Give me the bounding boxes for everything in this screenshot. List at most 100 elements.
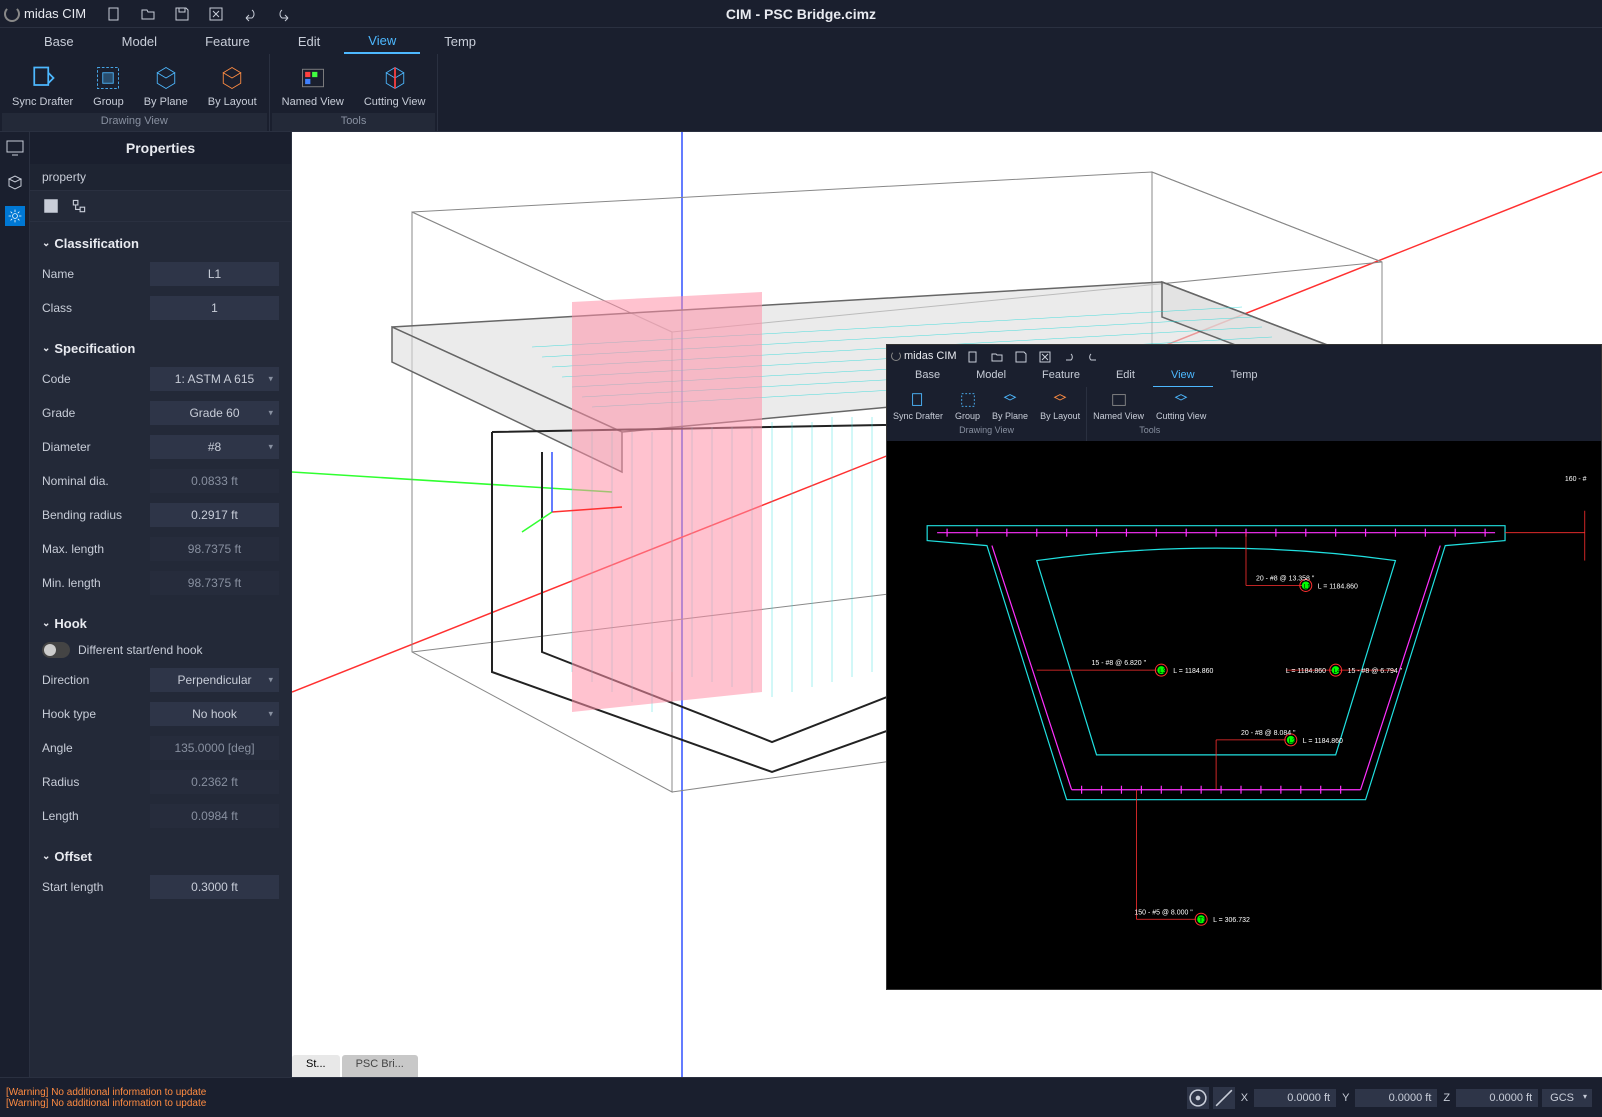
redo-icon[interactable] bbox=[276, 6, 292, 22]
by-plane-label: By Plane bbox=[144, 96, 188, 108]
sub-named-view[interactable]: Named View bbox=[1087, 387, 1150, 423]
value-diameter[interactable]: #8 bbox=[150, 435, 279, 459]
value-direction[interactable]: Perpendicular bbox=[150, 668, 279, 692]
ribbon-group-tools: Named View Cutting View Tools bbox=[270, 54, 439, 131]
sub-by-layout[interactable]: By Layout bbox=[1034, 387, 1086, 423]
sub-open-icon[interactable] bbox=[991, 350, 1003, 362]
axis-toggle-icon[interactable] bbox=[1213, 1087, 1235, 1109]
sub-save-icon[interactable] bbox=[1015, 350, 1027, 362]
warning-line-1: [Warning] No additional information to u… bbox=[6, 1087, 286, 1098]
menu-edit[interactable]: Edit bbox=[274, 30, 344, 53]
property-tab[interactable]: property bbox=[30, 164, 291, 191]
undo-icon[interactable] bbox=[242, 6, 258, 22]
sub-menu-temp[interactable]: Temp bbox=[1213, 367, 1276, 387]
label-radius: Radius bbox=[42, 775, 142, 789]
sub-undo-icon[interactable] bbox=[1063, 350, 1075, 362]
menu-model[interactable]: Model bbox=[98, 30, 181, 53]
value-class[interactable]: 1 bbox=[150, 296, 279, 320]
sub-logo: midas CIM bbox=[891, 350, 957, 362]
cube-icon[interactable] bbox=[5, 172, 25, 192]
open-file-icon[interactable] bbox=[140, 6, 156, 22]
value-hook-type[interactable]: No hook bbox=[150, 702, 279, 726]
cutting-view-button[interactable]: Cutting View bbox=[354, 54, 436, 113]
svg-text:L = 306.732: L = 306.732 bbox=[1213, 917, 1250, 924]
menu-temp[interactable]: Temp bbox=[420, 30, 500, 53]
y-label: Y bbox=[1340, 1092, 1351, 1104]
section-classification[interactable]: Classification bbox=[42, 228, 279, 257]
value-length: 0.0984 ft bbox=[150, 804, 279, 828]
monitor-icon[interactable] bbox=[5, 138, 25, 158]
section-hook[interactable]: Hook bbox=[42, 608, 279, 637]
menu-base[interactable]: Base bbox=[20, 30, 98, 53]
viewport-3d[interactable]: midas CIM Base Model Feature Edit View T… bbox=[292, 132, 1602, 1077]
menu-bar: Base Model Feature Edit View Temp bbox=[0, 28, 1602, 54]
sync-drafter-button[interactable]: Sync Drafter bbox=[2, 54, 83, 113]
menu-view[interactable]: View bbox=[344, 29, 420, 54]
svg-text:15 - #8 @ 6.820 ": 15 - #8 @ 6.820 " bbox=[1092, 660, 1147, 667]
value-start-length[interactable]: 0.3000 ft bbox=[150, 875, 279, 899]
y-value: 0.0000 ft bbox=[1355, 1089, 1437, 1107]
svg-text:L1: L1 bbox=[1304, 584, 1311, 590]
sub-menubar: Base Model Feature Edit View Temp bbox=[887, 367, 1601, 387]
sub-cutting-view[interactable]: Cutting View bbox=[1150, 387, 1212, 423]
sub-viewport-2d[interactable]: 20 - #8 @ 13.358 " L1 L = 1184.860 15 - … bbox=[887, 441, 1601, 989]
window-title: CIM - PSC Bridge.cimz bbox=[726, 6, 876, 22]
new-file-icon[interactable] bbox=[106, 6, 122, 22]
main-area: Properties property Classification NameL… bbox=[0, 132, 1602, 1077]
x-value: 0.0000 ft bbox=[1254, 1089, 1336, 1107]
status-bar: [Warning] No additional information to u… bbox=[0, 1077, 1602, 1117]
sub-menu-base[interactable]: Base bbox=[897, 367, 958, 387]
tag-l1: 20 - #8 @ 13.358 " L1 L = 1184.860 bbox=[1256, 575, 1358, 591]
menu-feature[interactable]: Feature bbox=[181, 30, 274, 53]
value-name[interactable]: L1 bbox=[150, 262, 279, 286]
warnings-panel: [Warning] No additional information to u… bbox=[0, 1085, 292, 1111]
sub-group[interactable]: Group bbox=[949, 387, 986, 423]
sub-by-plane[interactable]: By Plane bbox=[986, 387, 1034, 423]
group-button[interactable]: Group bbox=[83, 54, 134, 113]
sub-close-icon[interactable] bbox=[1039, 350, 1051, 362]
toggle-different-hook[interactable] bbox=[42, 642, 70, 658]
sub-sync-drafter[interactable]: Sync Drafter bbox=[887, 387, 949, 423]
sub-new-icon[interactable] bbox=[967, 350, 979, 362]
close-doc-icon[interactable] bbox=[208, 6, 224, 22]
value-code[interactable]: 1: ASTM A 615 bbox=[150, 367, 279, 391]
tag-t1: 150 - #5 @ 8.000 " T1 L = 306.732 bbox=[1134, 909, 1250, 925]
section-specification[interactable]: Specification bbox=[42, 333, 279, 362]
label-max-length: Max. length bbox=[42, 542, 142, 556]
sub-menu-edit[interactable]: Edit bbox=[1098, 367, 1153, 387]
ribbon-group-label-tools: Tools bbox=[272, 113, 436, 131]
value-radius: 0.2362 ft bbox=[150, 770, 279, 794]
save-icon[interactable] bbox=[174, 6, 190, 22]
sub-menu-model[interactable]: Model bbox=[958, 367, 1024, 387]
svg-text:L = 1184.860: L = 1184.860 bbox=[1318, 583, 1358, 590]
doc-tab-psc[interactable]: PSC Bri... bbox=[342, 1055, 418, 1077]
cutting-view-label: Cutting View bbox=[364, 96, 426, 108]
value-bending-radius[interactable]: 0.2917 ft bbox=[150, 503, 279, 527]
by-layout-button[interactable]: By Layout bbox=[198, 54, 267, 113]
label-grade: Grade bbox=[42, 406, 142, 420]
product-name: midas CIM bbox=[24, 6, 86, 21]
warning-line-2: [Warning] No additional information to u… bbox=[6, 1098, 286, 1109]
list-view-icon[interactable] bbox=[42, 197, 60, 215]
ribbon-group-drawing-view: Sync Drafter Group By Plane By Layout Dr… bbox=[0, 54, 270, 131]
svg-text:L2: L2 bbox=[1289, 739, 1296, 745]
coord-system-select[interactable]: GCS bbox=[1542, 1089, 1592, 1107]
value-grade[interactable]: Grade 60 bbox=[150, 401, 279, 425]
svg-text:20 - #8 @ 13.358 ": 20 - #8 @ 13.358 " bbox=[1256, 575, 1315, 582]
doc-tab-st[interactable]: St... bbox=[292, 1055, 340, 1077]
by-plane-button[interactable]: By Plane bbox=[134, 54, 198, 113]
z-label: Z bbox=[1441, 1092, 1452, 1104]
group-label: Group bbox=[93, 96, 124, 108]
sub-redo-icon[interactable] bbox=[1087, 350, 1099, 362]
z-value: 0.0000 ft bbox=[1456, 1089, 1538, 1107]
side-toolstrip bbox=[0, 132, 30, 1077]
svg-text:L = 1184.860: L = 1184.860 bbox=[1173, 668, 1213, 675]
named-view-button[interactable]: Named View bbox=[272, 54, 354, 113]
sub-menu-feature[interactable]: Feature bbox=[1024, 367, 1098, 387]
tree-view-icon[interactable] bbox=[70, 197, 88, 215]
snap-toggle-icon[interactable] bbox=[1187, 1087, 1209, 1109]
section-offset[interactable]: Offset bbox=[42, 841, 279, 870]
sub-menu-view[interactable]: View bbox=[1153, 367, 1213, 387]
settings-gear-icon[interactable] bbox=[5, 206, 25, 226]
tag-l2: 20 - #8 @ 8.084 " L2 L = 1184.860 bbox=[1241, 730, 1343, 746]
